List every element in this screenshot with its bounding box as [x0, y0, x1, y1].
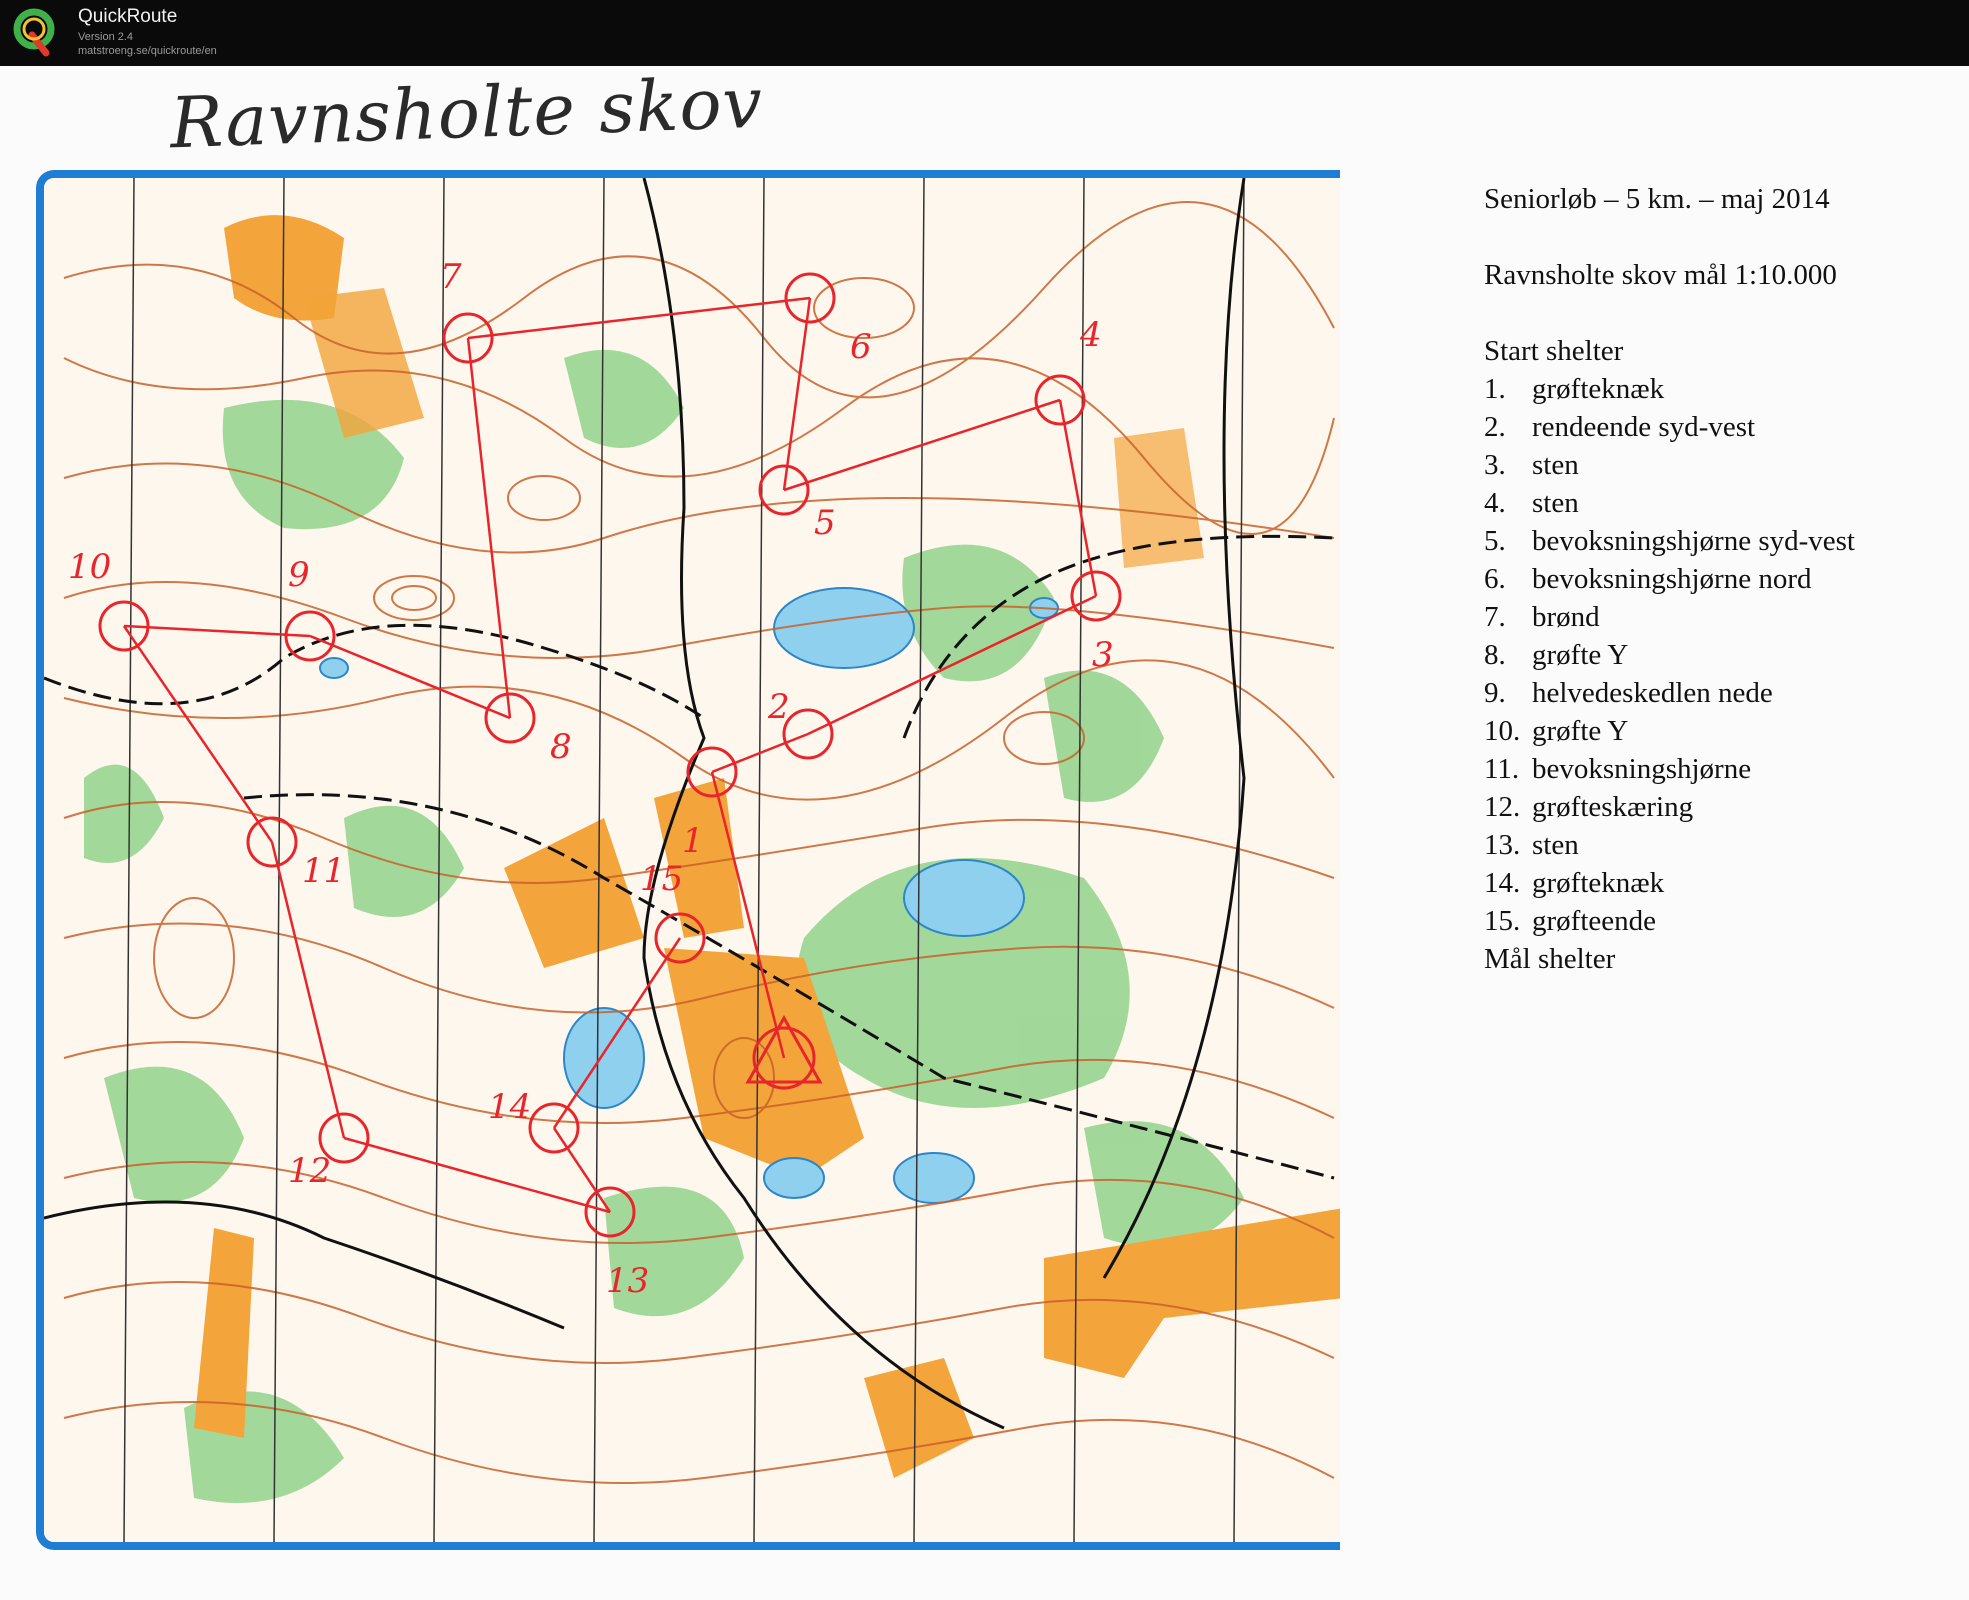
- control-number-label: 15: [640, 859, 683, 899]
- control-description: 13. sten: [1484, 829, 1579, 861]
- app-title: QuickRoute: [78, 6, 178, 27]
- control-number-label: 7: [440, 257, 462, 297]
- control-description: 11. bevoksningshjørne: [1484, 753, 1752, 785]
- control-number-label: 13: [606, 1261, 649, 1301]
- control-number-label: 6: [850, 327, 872, 367]
- control-number-label: 11: [302, 851, 345, 891]
- course-location: Ravnsholte skov mål 1:10.000: [1484, 259, 1837, 291]
- control-number-label: 1: [682, 821, 704, 861]
- control-number-label: 4: [1079, 315, 1102, 355]
- app-url: matstroeng.se/quickroute/en: [78, 45, 217, 57]
- control-description: 3. sten: [1484, 449, 1579, 481]
- control-description: 8. grøfte Y: [1484, 639, 1629, 671]
- control-description: 2. rendeende syd-vest: [1484, 411, 1756, 443]
- course-finish: Mål shelter: [1484, 943, 1616, 975]
- control-description: 9. helvedeskedlen nede: [1484, 677, 1773, 709]
- title-bar: QuickRoute Version 2.4 matstroeng.se/qui…: [0, 0, 1969, 66]
- course-start: Start shelter: [1484, 335, 1624, 367]
- control-description: 5. bevoksningshjørne syd-vest: [1484, 525, 1855, 557]
- control-number-label: 3: [1092, 635, 1114, 675]
- control-description: 7. brønd: [1484, 601, 1600, 633]
- control-description: 6. bevoksningshjørne nord: [1484, 563, 1812, 595]
- course-description-panel: Seniorløb – 5 km. – maj 2014 Ravnsholte …: [1484, 180, 1855, 978]
- control-description: 1. grøfteknæk: [1484, 373, 1665, 405]
- control-number-label: 10: [68, 547, 111, 587]
- control-number-label: 5: [814, 503, 836, 543]
- control-description: 14. grøfteknæk: [1484, 867, 1665, 899]
- control-descriptions: 1. grøfteknæk 2. rendeende syd-vest 3. sten…: [1484, 370, 1855, 940]
- control-number-label: 12: [288, 1151, 331, 1191]
- control-description: 12. grøfteskæring: [1484, 791, 1694, 823]
- control-number-label: 2: [767, 687, 790, 727]
- control-number-label: 14: [488, 1087, 531, 1127]
- control-description: 4. sten: [1484, 487, 1579, 519]
- control-description: 15. grøfteende: [1484, 905, 1656, 937]
- quickroute-logo-icon: [13, 8, 55, 57]
- course-heading: Seniorløb – 5 km. – maj 2014: [1484, 183, 1830, 215]
- map-canvas[interactable]: 123456789101112131415: [44, 178, 1340, 1542]
- control-number-label: 8: [550, 727, 572, 767]
- orienteering-map[interactable]: 1 2 3 4 5 6 7 8 9 10 11 12 13 14 15: [36, 170, 1340, 1550]
- app-version: Version 2.4: [78, 31, 134, 43]
- control-number-label: 9: [288, 555, 310, 595]
- control-description: 10. grøfte Y: [1484, 715, 1629, 747]
